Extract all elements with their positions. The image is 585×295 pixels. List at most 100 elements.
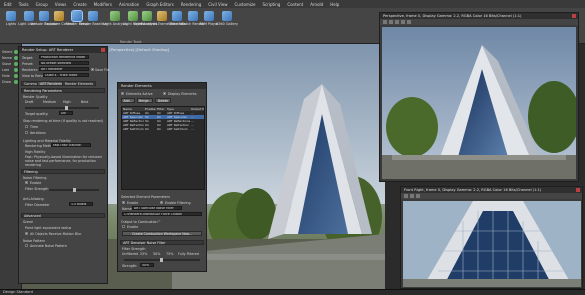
clone-icon[interactable] (395, 20, 399, 24)
time-checkbox[interactable] (25, 125, 28, 128)
preset-label: Preset: (22, 62, 34, 66)
menu-item-content[interactable]: Content (287, 2, 303, 7)
noise-pattern-label: Noise Pattern (23, 239, 46, 243)
render-elements-list[interactable]: NameEnabledFilterTypeOutput PathART Diff… (121, 106, 205, 190)
light-lister-icon (24, 11, 34, 21)
filtering-header[interactable]: Filtering (21, 169, 105, 174)
viewport-label[interactable]: [+] [Perspective] [Default Shading] (102, 47, 169, 52)
create-combustion-button[interactable]: Create Combustion Workspace Now... (122, 231, 202, 236)
ribbon-button-label: A360 Gallery (216, 22, 238, 26)
iterations-checkbox[interactable] (25, 131, 28, 134)
ribbon-button-light-analysis[interactable]: Light Analysis (103, 10, 127, 40)
combustion-enable-checkbox[interactable] (122, 225, 125, 228)
rendered-image-bottom (403, 201, 581, 287)
command-panel-item[interactable]: Hide (2, 74, 10, 78)
selected-element-params-label: Selected Element Parameters (121, 195, 170, 199)
ribbon-button-exposure[interactable]: Exposure Control (44, 10, 74, 40)
denoiser-strength-slider[interactable] (124, 258, 200, 262)
status-bar: Design Standard (0, 289, 585, 295)
menu-item-civil-view[interactable]: Civil View (208, 2, 227, 7)
animate-noise-label: Animate Noise Pattern (30, 244, 67, 248)
menu-item-modifiers[interactable]: Modifiers (94, 2, 112, 7)
save-file-checkbox[interactable] (91, 68, 94, 71)
add-button[interactable]: Add... (121, 98, 135, 103)
list-item[interactable]: ART Self-Illum On On ART Self-Illum... (122, 127, 204, 131)
list-cell: ART Self-Illum (167, 127, 188, 131)
close-icon[interactable] (572, 14, 576, 18)
denoiser-header[interactable]: ART Denoiser Noise Filter (120, 240, 204, 245)
high-fidelity-option[interactable]: High Fidelity (25, 150, 45, 154)
filter-strength-slider[interactable] (49, 188, 99, 192)
menu-item-group[interactable]: Group (36, 2, 48, 7)
menu-item-arnold[interactable]: Arnold (310, 2, 323, 7)
menu-item-views[interactable]: Views (55, 2, 67, 7)
menu-item-graph-editors[interactable]: Graph Editors (146, 2, 173, 7)
menu-item-rendering[interactable]: Rendering (181, 2, 201, 7)
filter-diameter-field[interactable]: 1.5 pixels (69, 202, 93, 206)
command-panel-item[interactable]: Select (2, 50, 12, 54)
iterations-label: Iterations (30, 131, 46, 135)
menu-item-create[interactable]: Create (73, 2, 86, 7)
ribbon-button-batch-render[interactable]: Batch Render (182, 10, 204, 40)
frame-bottom-toolbar (401, 193, 582, 199)
ribbon-button-gallery[interactable]: A360 Gallery (216, 10, 238, 40)
frame-top-title: Perspective, frame 0, Display Gamma: 2.2… (383, 14, 522, 18)
element-name-field[interactable]: ART Specular Noise Filter (132, 206, 182, 210)
menu-item-customize[interactable]: Customize (235, 2, 256, 7)
copy-icon[interactable] (410, 194, 414, 198)
quality-high: High (63, 100, 71, 104)
close-icon[interactable] (576, 188, 580, 192)
light-analysis-icon (110, 11, 120, 21)
render-setup-titlebar[interactable]: Render Setup: ART Renderer (19, 47, 107, 53)
menu-item-tools[interactable]: Tools (19, 2, 29, 7)
clone-icon[interactable] (416, 194, 420, 198)
command-panel-item[interactable]: Lost (2, 68, 9, 72)
close-icon[interactable] (101, 48, 105, 52)
quality-draft: Draft (25, 100, 34, 104)
menu-item-edit[interactable]: Edit (4, 2, 12, 7)
menu-item-animation[interactable]: Animation (119, 2, 139, 7)
save-icon[interactable] (404, 194, 408, 198)
ribbon-button-rendered-frame[interactable]: Rendered Frame Window (141, 10, 183, 40)
ribbon-button-light[interactable]: Lights (4, 10, 18, 40)
enable-filtering-checkbox[interactable] (160, 201, 163, 204)
command-panel-item[interactable]: Slave (2, 62, 11, 66)
render-elements-titlebar[interactable]: Render Elements (118, 83, 206, 89)
target-quality-field[interactable]: DB (59, 111, 73, 115)
preset-dropdown[interactable]: No preset selected (39, 61, 89, 65)
view-to-render-dropdown[interactable]: Quad 4 - Front Right (43, 73, 89, 77)
ribbon-button-ram-player[interactable]: RAM Player (199, 10, 219, 40)
motion-blur-checkbox[interactable] (25, 232, 28, 235)
target-dropdown[interactable]: Production Rendering Mode (39, 55, 89, 59)
include-exclude-icon (39, 11, 49, 21)
advanced-header[interactable]: Advanced (21, 213, 105, 218)
element-enable-checkbox[interactable] (122, 201, 125, 204)
tab-render-elements[interactable]: Render Elements (62, 81, 97, 86)
copy-icon[interactable] (389, 20, 393, 24)
quality-medium: Medium (43, 100, 57, 104)
delete-button[interactable]: Delete (155, 98, 171, 103)
renderer-dropdown[interactable]: ART Renderer (39, 67, 89, 71)
display-elements-checkbox[interactable] (163, 92, 166, 95)
command-panel-item[interactable]: Draw (2, 80, 11, 84)
menu-item-help[interactable]: Help (330, 2, 339, 7)
ribbon-button-render-baseline[interactable]: Render Baseline (79, 10, 107, 40)
merge-button[interactable]: Merge... (137, 98, 153, 103)
ram-player-icon (204, 11, 214, 21)
strength-label: Strength: (122, 264, 138, 268)
elements-active-checkbox[interactable] (121, 92, 124, 95)
render-method-dropdown[interactable]: Fast (Ray Tracing) (51, 143, 91, 147)
quality-slider[interactable] (25, 106, 99, 110)
rendering-parameters-header[interactable]: Rendering Parameters (21, 88, 105, 93)
save-icon[interactable] (383, 20, 387, 24)
command-panel-item[interactable]: Name (2, 56, 12, 60)
clear-icon[interactable] (407, 20, 411, 24)
noise-enable-checkbox[interactable] (25, 181, 28, 184)
animate-noise-checkbox[interactable] (25, 244, 28, 247)
print-icon[interactable] (401, 20, 405, 24)
render-setup-icon (71, 10, 83, 22)
menu-item-scripting[interactable]: Scripting (263, 2, 281, 7)
strength-field[interactable]: 50% (140, 263, 154, 267)
display-elements-label: Display Elements (168, 92, 197, 96)
element-path-field[interactable]: C:\Renders\3dsMax\Air Force Chapel (122, 212, 202, 216)
